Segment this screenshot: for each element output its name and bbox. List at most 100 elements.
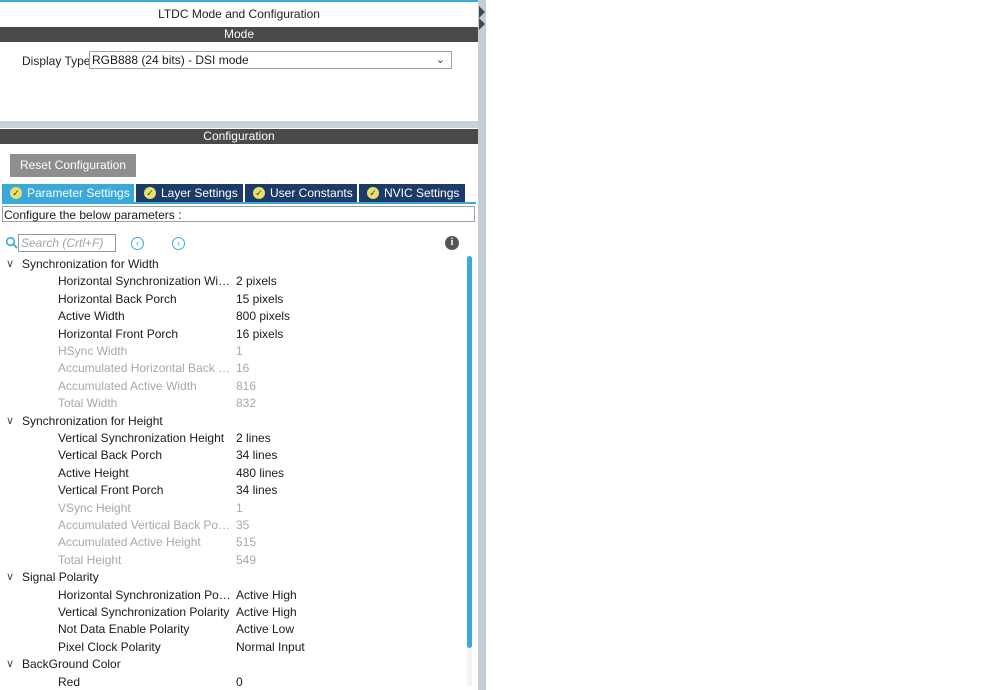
parameter-row[interactable]: Horizontal Front Porch 16 pixels xyxy=(0,326,470,343)
group-row[interactable]: ∨ Synchronization for Height xyxy=(0,413,470,430)
parameter-value[interactable]: 34 lines xyxy=(236,448,277,462)
parameter-row: HSync Width 1 xyxy=(0,343,470,360)
parameter-name: Accumulated Horizontal Back P... xyxy=(58,361,232,376)
parameter-row[interactable]: Horizontal Back Porch 15 pixels xyxy=(0,291,470,308)
parameter-row[interactable]: Vertical Front Porch 34 lines xyxy=(0,482,470,499)
parameter-value[interactable]: 15 pixels xyxy=(236,292,283,306)
display-type-label: Display Type xyxy=(22,54,91,68)
tab-nvic-settings[interactable]: ✓ NVIC Settings xyxy=(359,184,465,202)
group-row[interactable]: ∨ Signal Polarity xyxy=(0,569,470,586)
parameter-row[interactable]: Active Width 800 pixels xyxy=(0,308,470,325)
parameter-row[interactable]: Not Data Enable Polarity Active Low xyxy=(0,621,470,638)
check-circle-icon: ✓ xyxy=(367,187,379,199)
parameter-name: Total Width xyxy=(58,396,118,411)
tab-label: Parameter Settings xyxy=(27,186,130,200)
parameters-hint-box: Configure the below parameters : xyxy=(2,206,475,222)
parameter-name: Vertical Front Porch xyxy=(58,483,164,498)
search-input[interactable] xyxy=(18,234,116,252)
tab-underline xyxy=(2,202,476,204)
parameter-value: 515 xyxy=(236,535,257,550)
top-accent-bar xyxy=(0,0,478,2)
parameter-name: VSync Height xyxy=(58,500,131,515)
parameter-value: 832 xyxy=(236,396,257,411)
chevron-down-icon[interactable]: ∨ xyxy=(6,570,18,583)
parameter-row: Total Height 549 xyxy=(0,552,470,569)
parameter-row[interactable]: Red 0 xyxy=(0,674,470,690)
parameter-row: Accumulated Horizontal Back P... 16 xyxy=(0,360,470,377)
display-type-select[interactable]: RGB888 (24 bits) - DSI mode ⌄ xyxy=(89,51,452,69)
parameter-name: Active Width xyxy=(58,309,125,324)
parameter-name: Vertical Back Porch xyxy=(58,448,163,463)
chevron-down-icon: ⌄ xyxy=(435,54,445,66)
ltdc-config-panel: LTDC Mode and Configuration Mode Display… xyxy=(0,0,478,690)
collapse-arrow-icon[interactable] xyxy=(479,18,485,30)
parameter-value[interactable]: 2 pixels xyxy=(236,274,277,288)
group-row[interactable]: ∨ Synchronization for Width xyxy=(0,256,470,273)
configuration-section-header: Configuration xyxy=(0,129,478,144)
parameter-row[interactable]: Pixel Clock Polarity Normal Input xyxy=(0,639,470,656)
parameter-name: Active Height xyxy=(58,465,129,480)
check-circle-icon: ✓ xyxy=(144,187,156,199)
parameter-row[interactable]: Horizontal Synchronization Polar... Activ… xyxy=(0,587,470,604)
parameter-value[interactable]: 16 pixels xyxy=(236,327,283,341)
parameter-row[interactable]: Vertical Back Porch 34 lines xyxy=(0,447,470,464)
parameter-value[interactable]: Active Low xyxy=(236,622,294,636)
parameter-row[interactable]: Horizontal Synchronization Width 2 pixels xyxy=(0,273,470,290)
section-divider[interactable] xyxy=(0,121,478,128)
parameters-hint: Configure the below parameters : xyxy=(4,208,182,222)
chevron-left-circle-icon[interactable]: ‹ xyxy=(131,237,144,250)
parameter-value[interactable]: 800 pixels xyxy=(236,309,290,323)
parameter-value[interactable]: Active High xyxy=(236,605,297,619)
info-icon[interactable]: i xyxy=(445,236,459,250)
search-icon xyxy=(5,236,18,249)
parameter-row[interactable]: Vertical Synchronization Polarity Active … xyxy=(0,604,470,621)
parameter-row[interactable]: Vertical Synchronization Height 2 lines xyxy=(0,430,470,447)
parameter-value[interactable]: 2 lines xyxy=(236,431,271,445)
mode-section-header: Mode xyxy=(0,27,478,42)
parameter-tree: ∨ Synchronization for Width Horizontal Syn… xyxy=(0,256,470,690)
chevron-down-icon[interactable]: ∨ xyxy=(6,414,18,427)
parameter-row: Accumulated Active Width 816 xyxy=(0,378,470,395)
parameter-name: Red xyxy=(58,674,81,689)
tab-user-constants[interactable]: ✓ User Constants xyxy=(245,184,357,202)
parameter-value: 16 xyxy=(236,361,250,376)
parameter-name: Vertical Synchronization Polarity xyxy=(58,605,230,619)
parameter-row[interactable]: Active Height 480 lines xyxy=(0,465,470,482)
parameter-name: Vertical Synchronization Height xyxy=(58,431,225,445)
parameter-value[interactable]: 34 lines xyxy=(236,483,277,497)
tab-label: NVIC Settings xyxy=(384,186,460,200)
parameter-name: Accumulated Active Width xyxy=(58,378,197,393)
parameter-value[interactable]: Normal Input xyxy=(236,640,305,654)
tab-parameter-settings[interactable]: ✓ Parameter Settings xyxy=(2,184,134,202)
tab-label: Layer Settings xyxy=(161,186,238,200)
parameter-value: 1 xyxy=(236,344,243,358)
reset-configuration-button[interactable]: Reset Configuration xyxy=(10,154,136,177)
parameter-row: Accumulated Vertical Back Porc... 35 xyxy=(0,517,470,534)
group-label: Synchronization for Height xyxy=(22,413,163,428)
parameter-value[interactable]: Active High xyxy=(236,588,297,602)
chevron-down-icon[interactable]: ∨ xyxy=(6,657,18,670)
parameter-name: Accumulated Vertical Back Porc... xyxy=(58,518,232,532)
chevron-right-circle-icon[interactable]: › xyxy=(172,237,185,250)
group-row[interactable]: ∨ BackGround Color xyxy=(0,656,470,673)
panel-title: LTDC Mode and Configuration xyxy=(158,7,320,21)
parameter-name: Horizontal Back Porch xyxy=(58,291,177,306)
parameter-name: Pixel Clock Polarity xyxy=(58,639,161,654)
parameter-row: Accumulated Active Height 515 xyxy=(0,534,470,551)
group-label: BackGround Color xyxy=(22,657,121,672)
parameter-value[interactable]: 480 lines xyxy=(236,466,284,480)
parameter-name: Horizontal Front Porch xyxy=(58,326,179,341)
panel-splitter[interactable] xyxy=(478,0,486,690)
parameter-row: Total Width 832 xyxy=(0,395,470,412)
check-circle-icon: ✓ xyxy=(253,187,265,199)
group-label: Synchronization for Width xyxy=(22,257,159,271)
parameter-name: Total Height xyxy=(58,552,122,567)
scrollbar-thumb[interactable] xyxy=(467,256,472,648)
tab-layer-settings[interactable]: ✓ Layer Settings xyxy=(136,184,243,202)
chevron-down-icon[interactable]: ∨ xyxy=(6,257,18,270)
parameter-value[interactable]: 0 xyxy=(236,675,243,689)
parameter-name: Accumulated Active Height xyxy=(58,535,201,550)
parameter-value: 1 xyxy=(236,500,243,515)
collapse-arrow-icon[interactable] xyxy=(479,6,485,18)
tab-label: User Constants xyxy=(270,186,353,200)
